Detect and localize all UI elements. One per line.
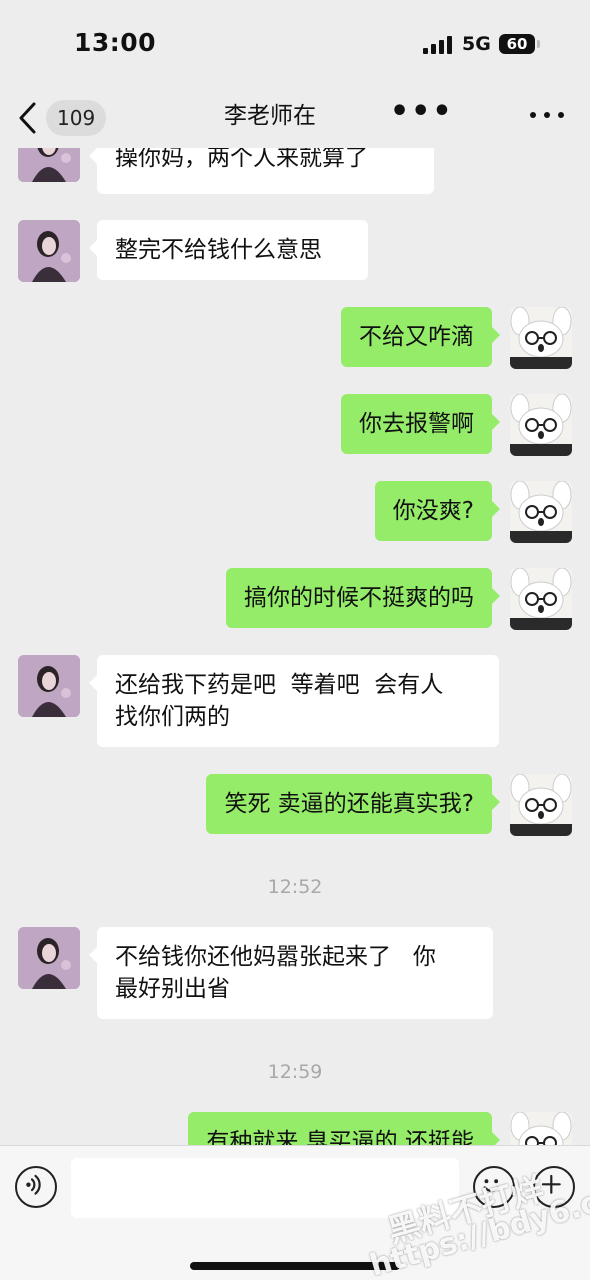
- status-time: 13:00: [74, 28, 157, 57]
- message-outgoing[interactable]: 搞你的时候不挺爽的吗: [226, 568, 500, 628]
- girl-avatar-image: [18, 927, 80, 989]
- chat-title-wrap: 李老师在: [0, 96, 590, 136]
- battery-icon: 60: [499, 34, 540, 54]
- message-outgoing[interactable]: 有种就来 臭买逼的 还挺能: [188, 1112, 500, 1145]
- bunny-avatar-image: [510, 1112, 572, 1145]
- message-outgoing[interactable]: 不给又咋滴: [341, 307, 500, 367]
- more-dots-icon: [530, 112, 536, 118]
- girl-avatar-image: [18, 655, 80, 717]
- my-avatar[interactable]: [510, 1112, 572, 1145]
- voice-button[interactable]: [15, 1166, 57, 1208]
- home-indicator: [190, 1262, 400, 1270]
- message-incoming[interactable]: 不给钱你还他妈嚣张起来了 你 最好别出省: [89, 927, 493, 1019]
- message-outgoing[interactable]: 笑死 卖逼的还能真实我?: [206, 774, 500, 834]
- bunny-avatar-image: [510, 568, 572, 630]
- my-avatar[interactable]: [510, 307, 572, 369]
- girl-avatar-image: [18, 220, 80, 282]
- network-type: 5G: [462, 33, 491, 55]
- my-avatar[interactable]: [510, 774, 572, 836]
- chat-header: 109 李老师在 •••: [0, 88, 590, 148]
- my-avatar[interactable]: [510, 394, 572, 456]
- message-list[interactable]: 操你妈，两个人来就算了 整完不给钱什么意思 不给又咋滴 你去报警啊 你没爽? 搞…: [0, 148, 590, 1145]
- bunny-avatar-image: [510, 481, 572, 543]
- timestamp: 12:59: [267, 1061, 323, 1083]
- message-outgoing[interactable]: 你去报警啊: [341, 394, 500, 454]
- more-dot: [544, 112, 550, 118]
- contact-avatar[interactable]: [18, 655, 80, 717]
- bunny-avatar-image: [510, 307, 572, 369]
- my-avatar[interactable]: [510, 481, 572, 543]
- voice-icon: [26, 1174, 41, 1195]
- contact-avatar[interactable]: [18, 148, 80, 182]
- more-dot: [558, 112, 564, 118]
- more-button[interactable]: [530, 98, 564, 132]
- chat-title: 李老师在: [224, 103, 316, 129]
- timestamp: 12:52: [267, 876, 323, 898]
- message-incoming[interactable]: 整完不给钱什么意思: [89, 220, 368, 280]
- contact-avatar[interactable]: [18, 220, 80, 282]
- message-incoming[interactable]: 操你妈，两个人来就算了: [89, 148, 434, 194]
- message-outgoing[interactable]: 你没爽?: [374, 481, 501, 541]
- message-incoming[interactable]: 还给我下药是吧 等着吧 会有人 找你们两的: [89, 655, 499, 747]
- typing-indicator: •••: [390, 94, 454, 129]
- status-bar: 13:00 5G 60: [0, 0, 590, 88]
- signal-icon: [423, 36, 453, 54]
- contact-avatar[interactable]: [18, 927, 80, 989]
- bunny-avatar-image: [510, 774, 572, 836]
- my-avatar[interactable]: [510, 568, 572, 630]
- girl-avatar-image: [18, 148, 80, 182]
- bunny-avatar-image: [510, 394, 572, 456]
